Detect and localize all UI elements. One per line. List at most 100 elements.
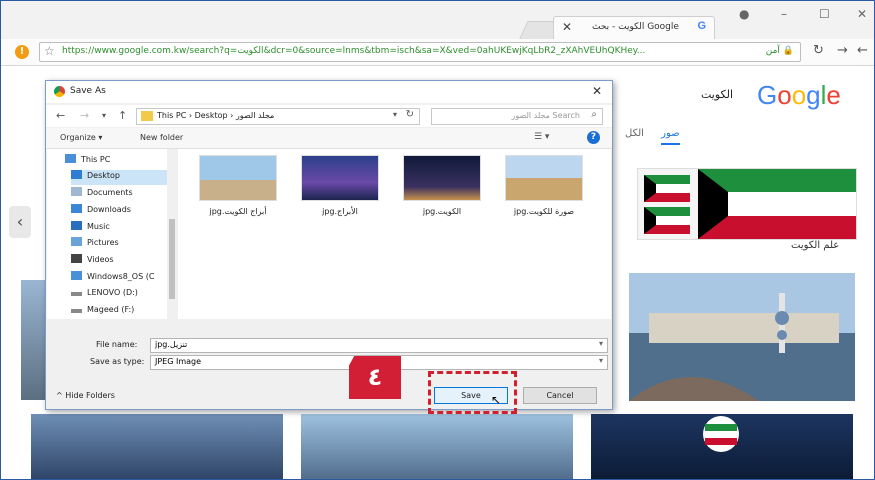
carousel-left-icon[interactable]: ‹ <box>9 206 31 238</box>
file-item[interactable]: أبراج الكويت.jpg <box>190 155 286 216</box>
chevron-up-icon: ^ <box>56 391 63 400</box>
view-options-icon[interactable]: ☰ ▾ <box>534 132 549 142</box>
dialog-titlebar: Save As ✕ <box>46 81 612 103</box>
folder-search-input[interactable]: Search مجلد الصور ⌕ <box>431 108 603 125</box>
file-name: صورة للكويت.jpg <box>513 207 575 216</box>
google-logo-letter: G <box>757 80 778 110</box>
reload-icon[interactable]: ↻ <box>813 43 824 58</box>
file-thumbnail <box>301 155 379 201</box>
pc-icon <box>65 154 76 163</box>
google-logo-letter: g <box>806 80 821 110</box>
screenshot-frame: ✕ الكويت - بحث Google G ● – ☐ ✕ ! ☆ http… <box>0 0 875 480</box>
flag-caption[interactable]: علم الكويت <box>791 240 839 251</box>
up-arrow-icon[interactable]: ↑ <box>118 109 127 122</box>
file-thumbnail <box>403 155 481 201</box>
drive-icon <box>71 309 82 313</box>
recent-dropdown-icon[interactable]: ▾ <box>102 111 106 120</box>
file-name: أبراج الكويت.jpg <box>209 207 267 216</box>
results-tabs: صور الكل <box>611 128 680 145</box>
result-image-left[interactable] <box>21 280 45 400</box>
nav-item-drive-f[interactable]: Mageed (F:) <box>71 305 177 320</box>
profile-icon[interactable]: ● <box>739 7 749 21</box>
save-highlight-box <box>428 371 517 414</box>
address-bar[interactable]: ☆ https://www.google.com.kw/search?q=الك… <box>39 42 801 62</box>
result-image-national-day[interactable] <box>591 414 853 479</box>
search-query[interactable]: الكويت <box>701 88 733 101</box>
tab-images[interactable]: صور <box>661 128 680 145</box>
new-folder-button[interactable]: New folder <box>140 133 183 142</box>
file-item[interactable]: الأبراج.jpg <box>292 155 388 216</box>
nav-item-drive-c[interactable]: Windows8_OS (C <box>71 271 177 286</box>
lock-icon: 🔒 <box>782 46 794 56</box>
nav-item-videos[interactable]: Videos <box>71 254 177 269</box>
result-image-towers[interactable] <box>629 273 855 401</box>
forward-arrow-icon[interactable]: → <box>80 109 89 122</box>
file-item[interactable]: صورة للكويت.jpg <box>496 155 592 216</box>
file-name-input[interactable]: تنزيل.jpg ▾ <box>150 338 608 353</box>
downloads-icon <box>71 204 82 213</box>
browser-toolbar: ! ☆ https://www.google.com.kw/search?q=ا… <box>1 39 874 66</box>
nav-item-music[interactable]: Music <box>71 221 177 236</box>
organize-button[interactable]: Organize ▾ <box>60 133 102 142</box>
search-placeholder: Search مجلد الصور <box>511 111 580 120</box>
maximize-icon[interactable]: ☐ <box>819 7 830 21</box>
nav-item-documents[interactable]: Documents <box>71 187 177 202</box>
tab-all[interactable]: الكل <box>625 128 644 139</box>
minimize-icon[interactable]: – <box>781 7 787 21</box>
url-text: https://www.google.com.kw/search?q=الكوي… <box>62 46 646 56</box>
scrollbar-thumb[interactable] <box>169 219 175 299</box>
tab-title: الكويت - بحث Google <box>592 22 679 32</box>
result-image-buildings[interactable] <box>301 414 573 479</box>
back-arrow-icon[interactable]: ← <box>56 109 65 122</box>
nav-item-desktop[interactable]: Desktop <box>71 170 177 185</box>
file-item[interactable]: الكويت.jpg <box>394 155 490 216</box>
google-logo-letter: e <box>826 80 841 110</box>
back-icon[interactable]: ← <box>857 43 868 58</box>
tab-close-icon[interactable]: ✕ <box>562 20 572 34</box>
refresh-icon[interactable]: ↻ <box>406 109 414 120</box>
nav-item-downloads[interactable]: Downloads <box>71 204 177 219</box>
hide-folders-button[interactable]: ^ Hide Folders <box>56 391 115 400</box>
chrome-icon <box>54 86 65 97</box>
dialog-command-bar: Organize ▾ New folder ☰ ▾ ? <box>46 128 612 149</box>
file-list: أبراج الكويت.jpg الأبراج.jpg الكويت.jpg … <box>178 149 611 319</box>
google-logo-letter: o <box>777 80 792 110</box>
bookmark-star-icon[interactable]: ☆ <box>44 44 55 58</box>
dialog-navbar: ← → ▾ ↑ This PC › Desktop › مجلد الصور ▾… <box>46 105 612 127</box>
nav-item-pictures[interactable]: Pictures <box>71 237 177 252</box>
dialog-bottom: File name: تنزيل.jpg ▾ Save as type: JPE… <box>46 333 612 409</box>
close-icon[interactable]: ✕ <box>857 7 867 21</box>
result-image-mosque[interactable] <box>31 414 283 479</box>
drive-icon <box>71 271 82 280</box>
drive-icon <box>71 292 82 296</box>
file-name-value: تنزيل.jpg <box>155 340 188 349</box>
folder-icon <box>141 111 153 121</box>
help-icon[interactable]: ? <box>587 131 600 144</box>
dialog-title: Save As <box>70 86 106 96</box>
videos-icon <box>71 254 82 263</box>
cancel-button[interactable]: Cancel <box>523 387 597 404</box>
google-favicon-icon: G <box>697 20 706 32</box>
chevron-down-icon[interactable]: ▾ <box>599 339 603 348</box>
chevron-down-icon[interactable]: ▾ <box>599 356 603 365</box>
nav-scrollbar[interactable] <box>167 149 177 319</box>
navigation-pane: This PC Desktop Documents Downloads Musi… <box>47 149 177 319</box>
browser-tab[interactable]: ✕ الكويت - بحث Google G <box>553 16 715 40</box>
forward-icon[interactable]: → <box>837 43 848 58</box>
save-type-value: JPEG Image <box>155 357 202 366</box>
save-as-dialog: Save As ✕ ← → ▾ ↑ This PC › Desktop › مج… <box>45 80 613 410</box>
documents-icon <box>71 187 82 196</box>
save-type-label: Save as type: <box>90 357 145 366</box>
google-logo[interactable]: Google <box>757 80 841 111</box>
search-icon[interactable]: ⌕ <box>591 109 597 120</box>
nav-item-this-pc[interactable]: This PC <box>65 154 171 169</box>
breadcrumb[interactable]: This PC › Desktop › مجلد الصور ▾ ↻ <box>136 108 420 125</box>
breadcrumb-dropdown-icon[interactable]: ▾ <box>393 110 397 119</box>
kuwait-flag-image[interactable] <box>637 168 857 240</box>
file-name: الكويت.jpg <box>422 207 462 216</box>
nav-item-drive-d[interactable]: LENOVO (D:) <box>71 288 177 303</box>
warning-icon[interactable]: ! <box>15 45 29 59</box>
file-name: الأبراج.jpg <box>322 207 358 216</box>
dialog-close-icon[interactable]: ✕ <box>592 84 602 98</box>
breadcrumb-path: This PC › Desktop › مجلد الصور <box>157 111 275 120</box>
